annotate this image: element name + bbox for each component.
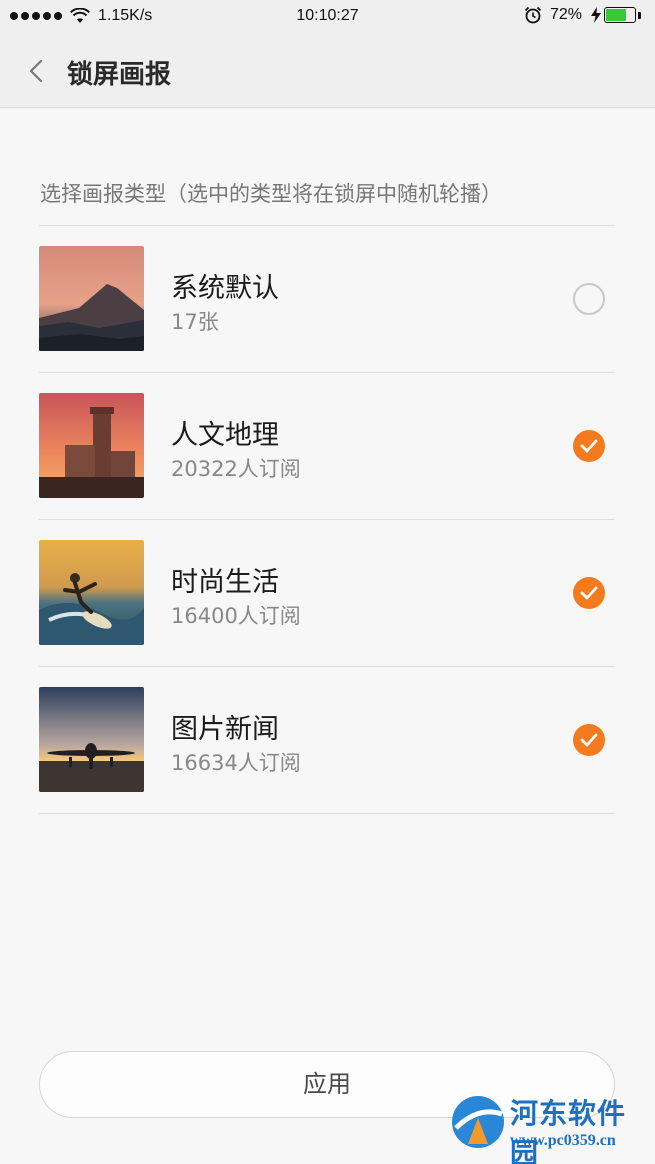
alarm-icon <box>524 6 542 24</box>
list-item-human-geography[interactable]: 人文地理 20322人订阅 <box>39 373 615 520</box>
watermark: 河东软件园 www.pc0359.cn <box>448 1088 653 1164</box>
checkmark-icon[interactable] <box>573 430 605 462</box>
radio-unchecked[interactable] <box>573 283 605 315</box>
watermark-name: 河东软件园 <box>510 1097 627 1164</box>
thumbnail-castle-tower <box>39 393 144 498</box>
item-subtitle: 16400人订阅 <box>171 604 301 628</box>
checkmark-icon[interactable] <box>573 724 605 756</box>
watermark-logo-icon <box>452 1096 504 1148</box>
thumbnail-mountain-sunset <box>39 246 144 351</box>
chevron-left-icon[interactable] <box>22 56 52 86</box>
title-bar: 锁屏画报 <box>0 34 655 108</box>
checkmark-icon[interactable] <box>573 577 605 609</box>
battery-icon <box>590 7 641 23</box>
watermark-url: www.pc0359.cn <box>510 1132 616 1149</box>
thumbnail-surfer-wave <box>39 540 144 645</box>
item-title: 时尚生活 <box>171 567 279 598</box>
item-title: 图片新闻 <box>171 714 279 745</box>
page-title: 锁屏画报 <box>67 60 172 90</box>
section-label: 选择画报类型（选中的类型将在锁屏中随机轮播） <box>40 182 502 206</box>
thumbnail-airplane-runway <box>39 687 144 792</box>
item-subtitle: 17张 <box>171 310 219 334</box>
list-item-fashion-life[interactable]: 时尚生活 16400人订阅 <box>39 520 615 667</box>
list-item-photo-news[interactable]: 图片新闻 16634人订阅 <box>39 667 615 814</box>
list-item-system-default[interactable]: 系统默认 17张 <box>39 226 615 373</box>
divider <box>39 813 615 814</box>
battery-percent: 72% <box>549 6 582 23</box>
item-title: 系统默认 <box>171 273 279 304</box>
item-subtitle: 16634人订阅 <box>171 751 301 775</box>
charging-icon <box>591 7 601 23</box>
status-right: 72% <box>524 6 641 24</box>
item-subtitle: 20322人订阅 <box>171 457 301 481</box>
status-bar: 1.15K/s 10:10:27 72% <box>0 0 655 34</box>
item-title: 人文地理 <box>171 420 279 451</box>
